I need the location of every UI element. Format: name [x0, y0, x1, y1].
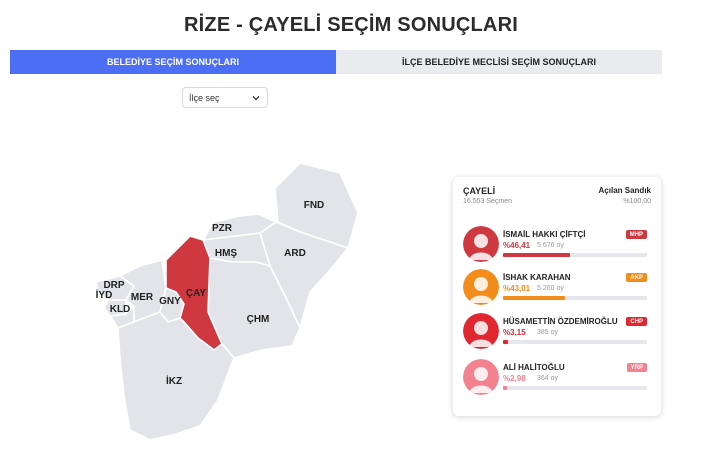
- person-icon: [463, 226, 499, 262]
- candidate-name: İSHAK KARAHAN: [503, 273, 571, 282]
- avatar: [463, 226, 499, 262]
- candidate-name: ALİ HALİTOĞLU: [503, 363, 565, 372]
- person-icon: [463, 359, 499, 395]
- vote-share-fill: [503, 386, 508, 390]
- candidate-row[interactable]: ALİ HALİTOĞLU %2,98 364 oy YRP: [461, 357, 653, 399]
- district-select-value: İlçe seç: [189, 92, 220, 103]
- vote-share-fill: [503, 296, 565, 300]
- region-label-gny: GNY: [159, 296, 181, 307]
- region-label-chm: ÇHM: [247, 314, 270, 325]
- results-header: ÇAYELİ 16.553 Seçmen Açılan Sandık %100,…: [463, 186, 651, 208]
- tab-municipality-results[interactable]: BELEDİYE SEÇİM SONUÇLARI: [10, 50, 336, 74]
- candidate-name: İSMAİL HAKKI ÇİFTÇİ: [503, 230, 586, 239]
- voter-count: 16.553 Seçmen: [463, 198, 513, 205]
- vote-share-bar: [503, 253, 647, 257]
- region-label-fnd: FND: [304, 200, 325, 211]
- avatar: [463, 313, 499, 349]
- candidate-percent: %46,41: [503, 241, 531, 250]
- person-icon: [463, 313, 499, 349]
- region-label-ard: ARD: [284, 248, 306, 259]
- vote-share-fill: [503, 253, 570, 257]
- opened-ballot-label: Açılan Sandık: [598, 186, 651, 195]
- page-title: RİZE - ÇAYELİ SEÇİM SONUÇLARI: [184, 14, 518, 36]
- person-icon: [463, 269, 499, 305]
- district-select[interactable]: İlçe seç: [182, 87, 268, 108]
- tab-council-results[interactable]: İLÇE BELEDİYE MECLİSİ SEÇİM SONUÇLARI: [336, 50, 662, 74]
- results-card: ÇAYELİ 16.553 Seçmen Açılan Sandık %100,…: [453, 177, 661, 416]
- avatar: [463, 269, 499, 305]
- opened-ballot-value: %100,00: [623, 198, 651, 205]
- party-badge: YRP: [626, 363, 647, 372]
- region-label-pzr: PZR: [212, 223, 233, 234]
- candidate-votes: 5.260 oy: [537, 285, 564, 292]
- candidate-percent: %3,15: [503, 328, 526, 337]
- candidate-name: HÜSAMETTİN ÖZDEMİROĞLU: [503, 317, 618, 326]
- district-name: ÇAYELİ: [463, 186, 496, 196]
- region-label-cay: ÇAY: [186, 288, 207, 299]
- vote-share-bar: [503, 340, 647, 344]
- candidate-row[interactable]: İSMAİL HAKKI ÇİFTÇİ %46,41 5.676 oy MHP: [461, 224, 653, 266]
- district-map: FND PZR ARD HMŞ DRP İYD MER KLD GNY ÇAY …: [95, 162, 359, 441]
- region-label-mer: MER: [131, 292, 154, 303]
- region-label-ikz: İKZ: [166, 374, 182, 387]
- vote-share-bar: [503, 386, 647, 390]
- chevron-down-icon: [252, 95, 260, 100]
- candidate-percent: %43,01: [503, 284, 531, 293]
- candidate-percent: %2,98: [503, 374, 526, 383]
- region-label-kld: KLD: [110, 304, 131, 315]
- candidate-row[interactable]: İSHAK KARAHAN %43,01 5.260 oy AKP: [461, 267, 653, 309]
- candidate-votes: 364 oy: [537, 375, 559, 382]
- results-tabs: BELEDİYE SEÇİM SONUÇLARI İLÇE BELEDİYE M…: [10, 50, 662, 74]
- party-badge: AKP: [626, 273, 647, 282]
- region-label-hms: HMŞ: [215, 248, 238, 259]
- candidate-votes: 5.676 oy: [537, 242, 564, 249]
- party-badge: CHP: [626, 317, 647, 326]
- candidate-votes: 385 oy: [537, 329, 559, 336]
- party-badge: MHP: [625, 230, 647, 239]
- candidate-row[interactable]: HÜSAMETTİN ÖZDEMİROĞLU %3,15 385 oy CHP: [461, 311, 653, 353]
- region-label-iyd: İYD: [96, 288, 113, 301]
- vote-share-bar: [503, 296, 647, 300]
- avatar: [463, 359, 499, 395]
- vote-share-fill: [503, 340, 508, 344]
